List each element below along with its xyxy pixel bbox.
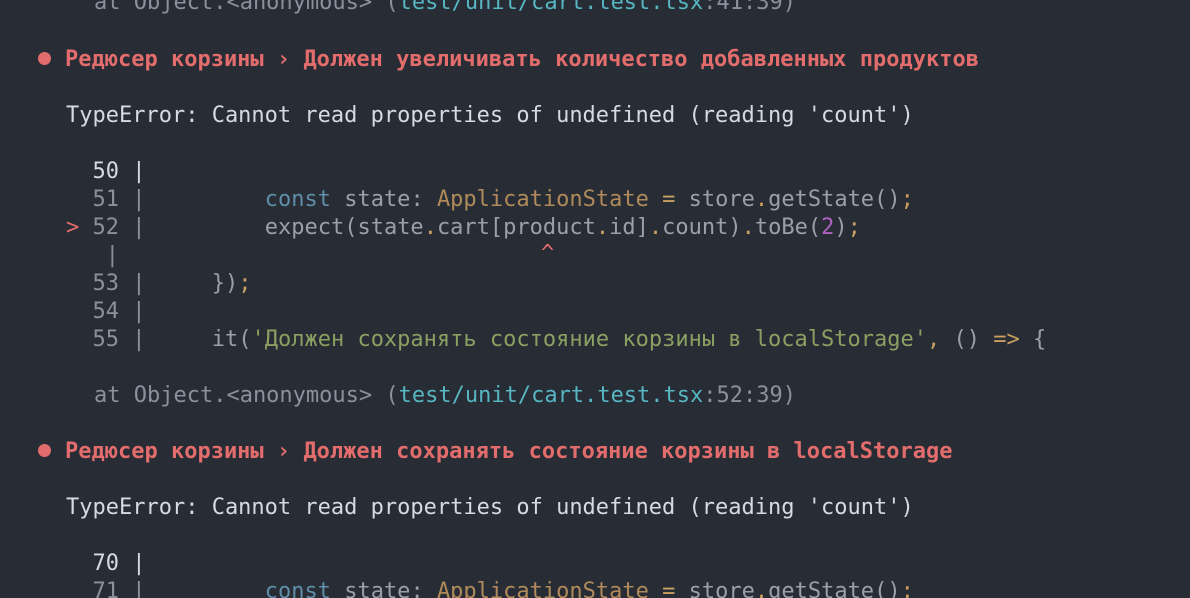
- line-number: 53: [92, 271, 120, 296]
- stack-trace-prefix: at Object.<anonymous> (: [94, 383, 399, 408]
- gutter-bar: |: [119, 299, 146, 324]
- separator: ›: [263, 47, 304, 72]
- code-line: 53 | });: [66, 270, 252, 298]
- gutter-bar: |: [119, 551, 146, 576]
- error-message: TypeError: Cannot read properties of und…: [66, 103, 914, 128]
- suite-name: Редюсер корзины: [65, 47, 264, 72]
- code-text: });: [211, 271, 252, 296]
- test-name: Должен сохранять состояние корзины в loc…: [303, 439, 953, 464]
- gutter-bar: |: [119, 187, 146, 212]
- test-failure-header: Редюсер корзины › Должен сохранять состо…: [38, 438, 952, 466]
- code-line: 70 |: [66, 550, 146, 578]
- line-number: 50: [92, 159, 120, 184]
- gutter-bar: |: [119, 327, 146, 352]
- stack-trace-location: :52:39): [703, 383, 796, 408]
- line-number: 70: [92, 551, 120, 576]
- suite-name: Редюсер корзины: [65, 439, 264, 464]
- test-failure-header: Редюсер корзины › Должен увеличивать кол…: [38, 46, 979, 74]
- code-line-marker: [66, 579, 79, 598]
- code-line-marker: [66, 299, 79, 324]
- stack-trace-line: at Object.<anonymous> (test/unit/cart.te…: [94, 382, 796, 410]
- separator: ›: [263, 439, 304, 464]
- code-line-marker: [66, 271, 79, 296]
- line-number: 55: [92, 327, 120, 352]
- gutter-bar: |: [92, 243, 119, 268]
- code-text: it('Должен сохранять состояние корзины в…: [211, 327, 1047, 352]
- failure-bullet-icon: [38, 443, 51, 457]
- gutter-bar: |: [119, 271, 146, 296]
- stack-trace-prefix: at Object.<anonymous> (: [94, 0, 399, 15]
- terminal-output: at Object.<anonymous> (test/unit/cart.te…: [0, 0, 1190, 598]
- code-line-marker: [66, 187, 79, 212]
- code-line: 54 |: [66, 298, 146, 326]
- error-message: TypeError: Cannot read properties of und…: [66, 495, 914, 520]
- code-line: 50 |: [66, 158, 146, 186]
- code-text: const state: ApplicationState = store.ge…: [264, 579, 914, 598]
- code-line-marker: [66, 551, 79, 576]
- line-number: 52: [92, 215, 120, 240]
- code-line: | ^: [66, 241, 555, 270]
- code-line: 55 | it('Должен сохранять состояние корз…: [66, 326, 1047, 354]
- gutter-bar: |: [119, 579, 146, 598]
- code-line-marker: [66, 327, 79, 352]
- error-caret: ^: [541, 241, 555, 266]
- code-line: 71 | const state: ApplicationState = sto…: [66, 578, 914, 598]
- code-line: > 52 | expect(state.cart[product.id].cou…: [66, 214, 861, 242]
- line-number: 71: [92, 579, 120, 598]
- code-line-marker: [66, 159, 79, 184]
- line-number: 51: [92, 187, 120, 212]
- code-line-marker: [66, 243, 79, 268]
- code-text: expect(state.cart[product.id].count).toB…: [264, 215, 861, 240]
- code-text: const state: ApplicationState = store.ge…: [264, 187, 914, 212]
- gutter-bar: |: [119, 159, 146, 184]
- test-name: Должен увеличивать количество добавленны…: [303, 47, 979, 72]
- gutter-bar: |: [119, 215, 146, 240]
- code-line: 51 | const state: ApplicationState = sto…: [66, 186, 914, 214]
- stack-trace-file-link[interactable]: test/unit/cart.test.tsx: [399, 0, 704, 15]
- line-number: 54: [92, 299, 120, 324]
- stack-trace-file-link[interactable]: test/unit/cart.test.tsx: [399, 383, 704, 408]
- stack-trace-line: at Object.<anonymous> (test/unit/cart.te…: [94, 0, 796, 17]
- code-line-marker: >: [66, 215, 80, 240]
- stack-trace-location: :41:39): [703, 0, 796, 15]
- failure-bullet-icon: [38, 51, 51, 65]
